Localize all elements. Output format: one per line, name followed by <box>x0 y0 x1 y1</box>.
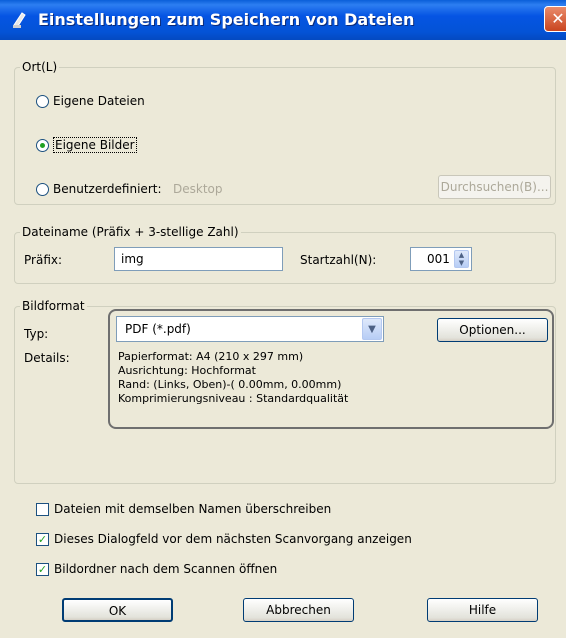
radio-label: Eigene Dateien <box>53 94 145 108</box>
type-select[interactable]: PDF (*.pdf) ▼ <box>116 316 384 342</box>
checkbox-open-folder[interactable]: ✓ Bildordner nach dem Scannen öffnen <box>36 562 277 576</box>
radio-circle <box>36 94 49 108</box>
start-number-stepper[interactable]: 001 ▲ ▼ <box>410 247 472 271</box>
spin-arrows-icon[interactable]: ▲ ▼ <box>454 250 469 268</box>
checkbox-label: Dieses Dialogfeld vor dem nächsten Scanv… <box>54 532 412 546</box>
checkmark-icon: ✓ <box>36 562 49 576</box>
radio-benutzerdefiniert[interactable]: Benutzerdefiniert: <box>36 182 162 196</box>
details-line: Komprimierungsniveau : Standardqualität <box>118 392 349 405</box>
close-button[interactable]: ✕ <box>544 6 566 32</box>
radio-circle-selected <box>36 138 49 152</box>
image-format-legend: Bildformat <box>20 299 87 313</box>
radio-eigene-bilder[interactable]: Eigene Bilder <box>36 137 137 153</box>
details-line: Papierformat: A4 (210 x 297 mm) <box>118 350 304 363</box>
window-title: Einstellungen zum Speichern von Dateien <box>38 10 415 29</box>
checkbox-label: Dateien mit demselben Namen überschreibe… <box>54 502 332 516</box>
close-icon: ✕ <box>551 9 565 28</box>
filename-group <box>14 232 556 284</box>
chevron-down-icon[interactable]: ▼ <box>362 318 382 340</box>
prefix-input[interactable]: img <box>114 247 283 271</box>
checkbox-show-dialog[interactable]: ✓ Dieses Dialogfeld vor dem nächsten Sca… <box>36 532 412 546</box>
scanner-icon <box>13 12 26 28</box>
type-label: Typ: <box>24 327 49 341</box>
details-text: Papierformat: A4 (210 x 297 mm) Ausricht… <box>118 350 348 406</box>
checkbox-box <box>36 502 49 516</box>
start-number-label: Startzahl(N): <box>300 253 377 267</box>
cancel-button[interactable]: Abbrechen <box>243 598 354 622</box>
checkbox-overwrite[interactable]: Dateien mit demselben Namen überschreibe… <box>36 502 331 516</box>
radio-label: Eigene Bilder <box>53 137 137 153</box>
radio-label: Benutzerdefiniert: <box>53 182 162 196</box>
details-line: Ausrichtung: Hochformat <box>118 364 256 377</box>
options-button[interactable]: Optionen... <box>437 318 548 342</box>
location-legend: Ort(L) <box>20 60 60 74</box>
browse-button[interactable]: Durchsuchen(B)... <box>438 175 551 199</box>
filename-legend: Dateiname (Präfix + 3-stellige Zahl) <box>20 225 241 239</box>
checkbox-label: Bildordner nach dem Scannen öffnen <box>54 562 278 576</box>
start-number-value: 001 <box>427 252 450 266</box>
title-bar: Einstellungen zum Speichern von Dateien … <box>0 0 566 40</box>
ok-button[interactable]: OK <box>62 598 173 622</box>
type-select-value: PDF (*.pdf) <box>125 322 191 336</box>
radio-eigene-dateien[interactable]: Eigene Dateien <box>36 94 145 108</box>
details-label: Details: <box>24 351 70 365</box>
details-line: Rand: (Links, Oben)-( 0.00mm, 0.00mm) <box>118 378 342 391</box>
help-button[interactable]: Hilfe <box>427 598 538 622</box>
custom-path-text: Desktop <box>173 182 223 196</box>
checkmark-icon: ✓ <box>36 532 49 546</box>
prefix-label: Präfix: <box>24 253 63 267</box>
radio-circle <box>36 182 49 196</box>
